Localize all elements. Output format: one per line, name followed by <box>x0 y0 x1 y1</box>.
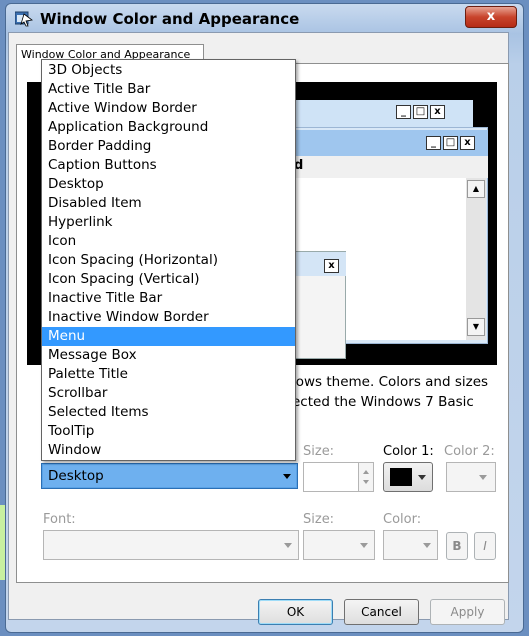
item-size-spinner[interactable] <box>358 462 374 492</box>
description-text: lows theme. Colors and sizes ected the W… <box>292 372 488 412</box>
dropdown-option[interactable]: Active Title Bar <box>42 80 295 99</box>
cancel-button[interactable]: Cancel <box>344 599 419 625</box>
dropdown-option[interactable]: Scrollbar <box>42 384 295 403</box>
font-size-label: Size: <box>303 512 335 527</box>
chevron-down-icon <box>423 543 431 548</box>
font-select[interactable] <box>43 530 299 560</box>
color1-swatch <box>390 468 412 486</box>
close-icon: x <box>486 9 496 24</box>
chevron-down-icon <box>360 543 368 548</box>
preview-scroll-down-icon: ▼ <box>467 318 485 336</box>
preview-active-minimize-icon: _ <box>426 136 441 150</box>
dropdown-option[interactable]: Menu <box>42 327 295 346</box>
dropdown-option[interactable]: Palette Title <box>42 365 295 384</box>
color2-label: Color 2: <box>444 444 495 459</box>
apply-button[interactable]: Apply <box>430 599 505 625</box>
dropdown-option[interactable]: Message Box <box>42 346 295 365</box>
preview-message-close-icon: x <box>324 259 339 273</box>
preview-message-body <box>296 276 345 358</box>
dropdown-option[interactable]: Window <box>42 441 295 460</box>
item-size-label: Size: <box>303 444 335 459</box>
italic-button[interactable]: I <box>474 532 496 560</box>
appearance-icon <box>15 11 33 27</box>
color1-label: Color 1: <box>383 444 434 459</box>
title-bar[interactable]: Window Color and Appearance x <box>6 4 523 34</box>
description-line-2: ected the Windows 7 Basic <box>292 394 474 410</box>
dropdown-option[interactable]: Icon Spacing (Horizontal) <box>42 251 295 270</box>
ok-button[interactable]: OK <box>258 599 333 625</box>
preview-scrollbar <box>466 178 486 340</box>
window-title: Window Color and Appearance <box>40 10 300 28</box>
dropdown-option[interactable]: Icon Spacing (Vertical) <box>42 270 295 289</box>
bold-button[interactable]: B <box>446 532 468 560</box>
preview-close-icon: x <box>430 105 445 119</box>
dropdown-option[interactable]: Active Window Border <box>42 99 295 118</box>
dropdown-option[interactable]: Inactive Window Border <box>42 308 295 327</box>
color2-picker[interactable] <box>446 462 496 492</box>
color1-picker[interactable] <box>383 462 433 492</box>
font-label: Font: <box>43 512 76 527</box>
preview-minimize-icon: _ <box>396 105 411 119</box>
chevron-down-icon <box>283 474 291 479</box>
chevron-down-icon <box>479 475 487 480</box>
dropdown-option[interactable]: ToolTip <box>42 422 295 441</box>
dropdown-option[interactable]: Border Padding <box>42 137 295 156</box>
dropdown-option[interactable]: Application Background <box>42 118 295 137</box>
dropdown-option[interactable]: Selected Items <box>42 403 295 422</box>
close-button[interactable]: x <box>465 6 517 28</box>
item-select[interactable]: Desktop <box>41 463 298 489</box>
chevron-down-icon <box>284 543 292 548</box>
font-color-picker[interactable] <box>383 530 438 560</box>
item-size-field[interactable] <box>303 462 359 492</box>
description-line-1: lows theme. Colors and sizes <box>292 374 489 390</box>
preview-active-close-icon: x <box>460 136 475 150</box>
item-dropdown-list[interactable]: 3D Objects Active Title Bar Active Window … <box>41 59 296 461</box>
dropdown-option[interactable]: Inactive Title Bar <box>42 289 295 308</box>
preview-maximize-icon: □ <box>413 105 428 119</box>
spinner-arrows-icon <box>363 470 369 484</box>
dropdown-option[interactable]: Desktop <box>42 175 295 194</box>
dropdown-option[interactable]: Disabled Item <box>42 194 295 213</box>
font-color-label: Color: <box>383 512 422 527</box>
dropdown-option[interactable]: Hyperlink <box>42 213 295 232</box>
font-size-select[interactable] <box>303 530 375 560</box>
dropdown-option[interactable]: Icon <box>42 232 295 251</box>
dropdown-option[interactable]: 3D Objects <box>42 61 295 80</box>
preview-active-maximize-icon: □ <box>443 136 458 150</box>
chevron-down-icon <box>418 475 426 480</box>
dropdown-option[interactable]: Caption Buttons <box>42 156 295 175</box>
preview-scroll-up-icon: ▲ <box>467 180 485 198</box>
item-select-value: Desktop <box>48 468 104 484</box>
